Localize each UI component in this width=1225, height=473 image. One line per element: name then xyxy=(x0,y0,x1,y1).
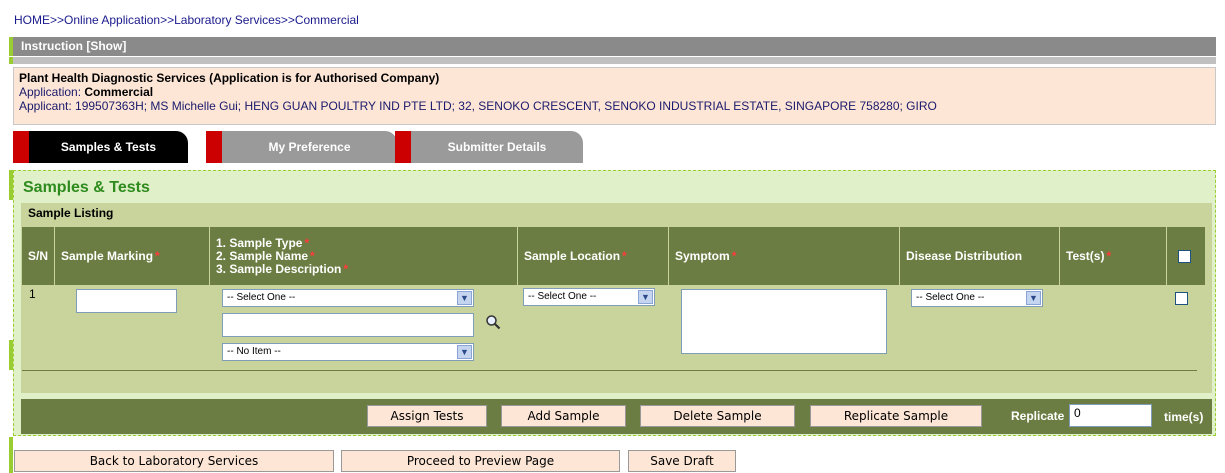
header-tests: Test(s) * xyxy=(1060,227,1167,285)
application-label: Application: xyxy=(19,85,85,99)
replicate-label: Replicate xyxy=(1011,409,1065,423)
add-sample-button[interactable]: Add Sample xyxy=(501,405,626,427)
application-line: Application: Commercial xyxy=(19,85,1210,99)
symptom-textarea[interactable] xyxy=(681,289,887,354)
required-marker: * xyxy=(1106,249,1112,263)
chevron-down-icon: ▼ xyxy=(457,291,472,305)
instruction-bar: Instruction [Show] xyxy=(9,37,1216,56)
instruction-toggle-link[interactable]: Instruction [Show] xyxy=(21,39,126,53)
search-icon[interactable] xyxy=(485,314,501,330)
required-marker: * xyxy=(731,249,737,263)
header-type-lines: 1. Sample Type * 2. Sample Name * 3. Sampl… xyxy=(216,235,349,276)
sample-description-value: -- No Item -- xyxy=(227,346,281,357)
service-title: Plant Health Diagnostic Services (Applic… xyxy=(19,71,440,85)
header-disease-distribution: Disease Distribution xyxy=(900,227,1060,285)
tab-label: My Preference xyxy=(222,131,397,163)
tab-marker xyxy=(206,131,222,163)
chevron-down-icon: ▼ xyxy=(457,345,472,359)
header-distribution-label: Disease Distribution xyxy=(906,249,1023,263)
sample-description-select[interactable]: -- No Item -- ▼ xyxy=(222,343,474,361)
applicant-details: Applicant: 199507363H; MS Michelle Gui; … xyxy=(19,99,937,113)
disease-distribution-select[interactable]: -- Select One -- ▼ xyxy=(911,289,1043,307)
header-tests-label: Test(s) xyxy=(1066,249,1105,263)
tab-marker xyxy=(395,131,411,163)
required-marker: * xyxy=(310,248,315,263)
sample-location-select[interactable]: -- Select One -- ▼ xyxy=(523,288,655,306)
sample-action-bar: Assign Tests Add Sample Delete Sample Re… xyxy=(21,399,1212,434)
replicate-count-input[interactable]: 0 xyxy=(1069,404,1152,427)
required-marker: * xyxy=(343,261,349,276)
page-title: Samples & Tests xyxy=(23,179,150,196)
select-all-checkbox[interactable] xyxy=(1178,249,1191,263)
sample-marking-input[interactable] xyxy=(76,289,177,313)
tab-label: Samples & Tests xyxy=(29,131,188,163)
required-marker: * xyxy=(155,249,160,263)
required-marker: * xyxy=(622,249,627,263)
sample-listing-label: Sample Listing xyxy=(28,206,114,220)
tab-marker xyxy=(13,131,29,163)
sample-type-value: -- Select One -- xyxy=(227,292,296,303)
sample-location-value: -- Select One -- xyxy=(528,291,597,302)
header-select-all xyxy=(1167,227,1205,285)
row-separator xyxy=(22,370,1197,371)
header-type-text: 1. Sample Type xyxy=(216,235,303,250)
row-sn: 1 xyxy=(29,287,36,301)
header-desc-text: 3. Sample Description xyxy=(216,261,342,276)
table-header: S/N Sample Marking * 1. Sample Type * 2. S… xyxy=(22,227,1205,285)
save-draft-button[interactable]: Save Draft xyxy=(628,450,736,472)
header-marking-label: Sample Marking xyxy=(61,249,154,263)
row-select-checkbox[interactable] xyxy=(1175,292,1188,305)
application-value: Commercial xyxy=(84,85,154,99)
header-symptom-label: Symptom xyxy=(675,249,730,263)
back-to-laboratory-services-button[interactable]: Back to Laboratory Services xyxy=(14,450,334,472)
samples-tests-panel: Samples & Tests Sample Listing S/N Sampl… xyxy=(13,170,1216,436)
tab-bar: Samples & Tests My Preference Submitter … xyxy=(13,131,1216,163)
delete-sample-button[interactable]: Delete Sample xyxy=(640,405,795,427)
tab-submitter-details[interactable]: Submitter Details xyxy=(395,131,583,163)
chevron-down-icon: ▼ xyxy=(1026,291,1041,305)
disease-distribution-value: -- Select One -- xyxy=(916,292,985,303)
header-desc-line: 3. Sample Description * xyxy=(216,261,349,276)
header-sn-label: S/N xyxy=(28,249,49,263)
tab-my-preference[interactable]: My Preference xyxy=(206,131,397,163)
left-accent xyxy=(9,437,13,473)
header-location-label: Sample Location xyxy=(524,249,621,263)
header-sample-marking: Sample Marking * xyxy=(55,227,210,285)
sample-type-select[interactable]: -- Select One -- ▼ xyxy=(222,289,474,307)
assign-tests-button[interactable]: Assign Tests xyxy=(367,405,487,427)
breadcrumb[interactable]: HOME>>Online Application>>Laboratory Ser… xyxy=(14,13,359,27)
header-sn: S/N xyxy=(22,227,55,285)
header-sample-type: 1. Sample Type * 2. Sample Name * 3. Sampl… xyxy=(210,227,518,285)
chevron-down-icon: ▼ xyxy=(638,290,653,304)
application-info-panel: Plant Health Diagnostic Services (Applic… xyxy=(13,67,1216,125)
header-sample-location: Sample Location * xyxy=(518,227,669,285)
sample-name-input[interactable] xyxy=(222,313,474,337)
header-symptom: Symptom * xyxy=(669,227,900,285)
header-name-text: 2. Sample Name xyxy=(216,248,309,263)
required-marker: * xyxy=(304,235,310,250)
tab-label: Submitter Details xyxy=(411,131,583,163)
times-label: time(s) xyxy=(1164,410,1204,424)
tab-samples-tests[interactable]: Samples & Tests xyxy=(13,131,188,163)
divider-strip xyxy=(9,57,1216,64)
proceed-to-preview-button[interactable]: Proceed to Preview Page xyxy=(341,450,620,472)
replicate-sample-button[interactable]: Replicate Sample xyxy=(810,405,982,427)
